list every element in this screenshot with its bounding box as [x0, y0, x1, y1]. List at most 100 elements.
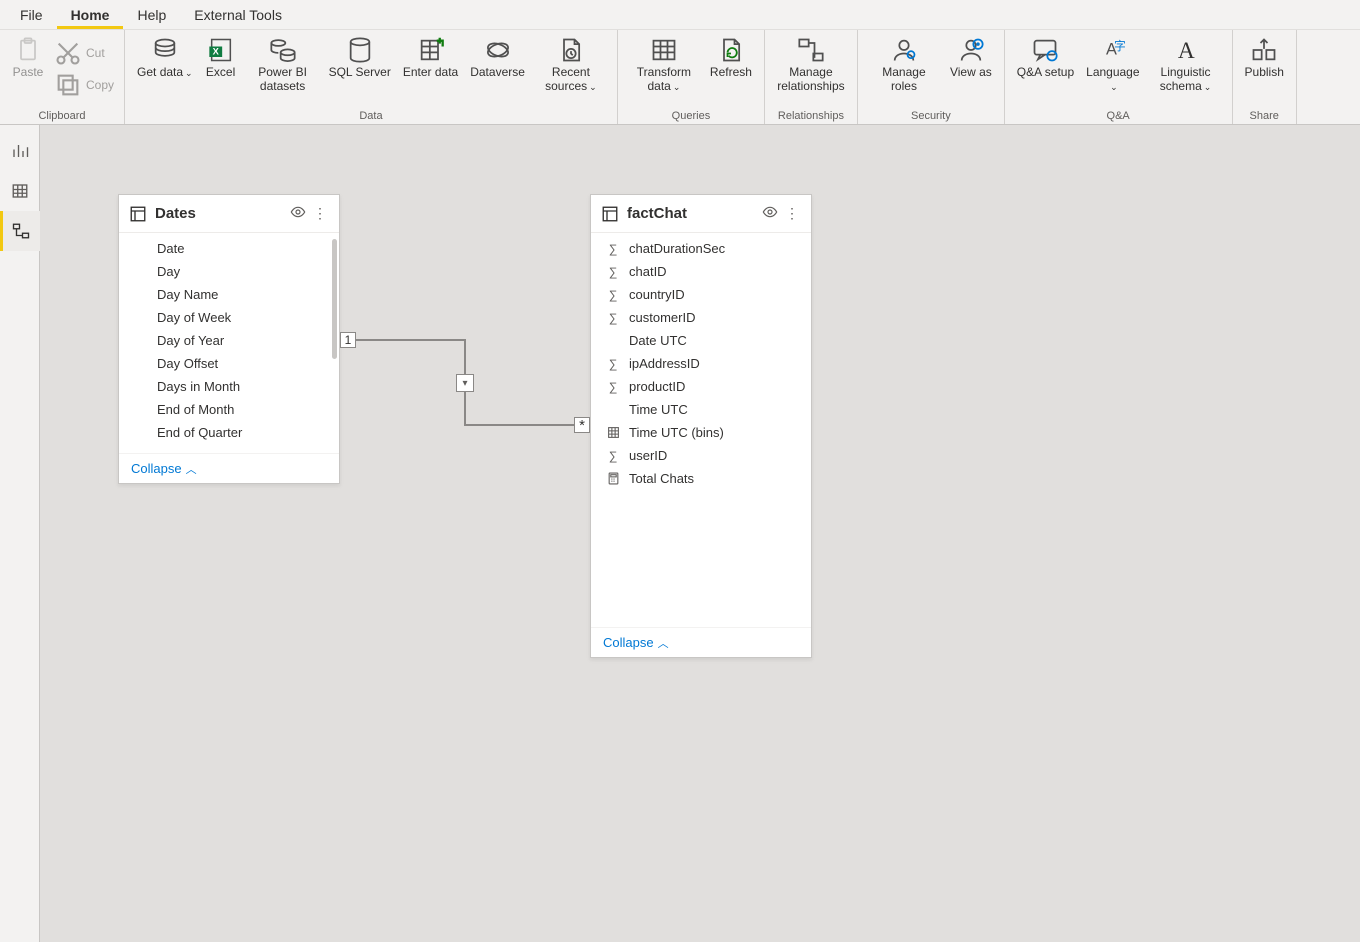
field-row[interactable]: Day Offset: [119, 352, 339, 375]
cut-button[interactable]: Cut: [50, 38, 118, 70]
collapse-button[interactable]: Collapse: [603, 635, 654, 650]
dataverse-button[interactable]: Dataverse: [464, 32, 531, 84]
ribbon-group-label-share: Share: [1239, 109, 1290, 124]
view-as-button[interactable]: View as: [944, 32, 998, 84]
field-row[interactable]: ∑productID: [591, 375, 811, 398]
excel-button[interactable]: X Excel: [199, 32, 243, 84]
linguistic-schema-button[interactable]: A Linguistic schema⌄: [1146, 32, 1226, 98]
field-row[interactable]: ∑chatID: [591, 260, 811, 283]
table-header-dates[interactable]: Dates ⋮: [119, 195, 339, 233]
ribbon-group-label-data: Data: [131, 109, 611, 124]
sigma-icon: ∑: [605, 241, 621, 257]
report-view-button[interactable]: [0, 131, 40, 171]
excel-label: Excel: [206, 66, 235, 80]
field-row[interactable]: End of Quarter: [119, 421, 339, 444]
table-fields-factchat: ∑chatDurationSec ∑chatID ∑countryID ∑cus…: [591, 233, 811, 627]
relationship-line[interactable]: [464, 424, 574, 426]
paste-icon: [14, 36, 42, 64]
linguistic-schema-icon: A: [1172, 36, 1200, 64]
field-row[interactable]: Time UTC: [591, 398, 811, 421]
field-row[interactable]: ∑ipAddressID: [591, 352, 811, 375]
table-header-factchat[interactable]: factChat ⋮: [591, 195, 811, 233]
field-row[interactable]: Total Chats: [591, 467, 811, 490]
ribbon-group-queries: Transform data⌄ Refresh Queries: [618, 30, 765, 124]
field-name: userID: [629, 448, 667, 463]
visibility-icon[interactable]: [289, 204, 307, 223]
sigma-icon: ∑: [605, 379, 621, 395]
field-row[interactable]: End of Month: [119, 398, 339, 421]
manage-roles-button[interactable]: Manage roles: [864, 32, 944, 98]
field-row[interactable]: Date UTC: [591, 329, 811, 352]
menu-file[interactable]: File: [6, 1, 57, 29]
field-name: ipAddressID: [629, 356, 700, 371]
field-row[interactable]: ∑ userID: [591, 444, 811, 467]
field-name: Day Name: [157, 287, 218, 302]
table-title-dates: Dates: [155, 205, 285, 222]
menu-external-tools[interactable]: External Tools: [180, 1, 296, 29]
copy-button[interactable]: Copy: [50, 70, 118, 102]
refresh-button[interactable]: Refresh: [704, 32, 758, 84]
table-card-dates[interactable]: Dates ⋮ Date Day Day Name Day of Week Da…: [118, 194, 340, 484]
ribbon-group-relationships: Manage relationships Relationships: [765, 30, 858, 124]
more-options-icon[interactable]: ⋮: [783, 205, 801, 222]
qa-setup-icon: [1031, 36, 1059, 64]
sigma-icon: ∑: [605, 448, 621, 464]
powerbi-datasets-button[interactable]: Power BI datasets: [243, 32, 323, 98]
enter-data-button[interactable]: Enter data: [397, 32, 464, 84]
field-row[interactable]: Day: [119, 260, 339, 283]
collapse-button[interactable]: Collapse: [131, 461, 182, 476]
table-card-factchat[interactable]: factChat ⋮ ∑chatDurationSec ∑chatID ∑cou…: [590, 194, 812, 658]
field-name: End of Quarter: [157, 425, 242, 440]
dataverse-icon: [484, 36, 512, 64]
model-view-button[interactable]: [0, 211, 40, 251]
table-icon: [601, 205, 619, 223]
field-name: Total Chats: [629, 471, 694, 486]
menu-help[interactable]: Help: [123, 1, 180, 29]
manage-relationships-icon: [797, 36, 825, 64]
relationship-direction-icon[interactable]: ▾: [456, 374, 474, 392]
recent-sources-button[interactable]: Recent sources⌄: [531, 32, 611, 98]
field-row[interactable]: ∑countryID: [591, 283, 811, 306]
chevron-up-icon: ︿: [658, 635, 669, 651]
relationship-line[interactable]: [356, 339, 465, 341]
field-row[interactable]: ∑ chatDurationSec: [591, 237, 811, 260]
field-row[interactable]: ∑customerID: [591, 306, 811, 329]
get-data-button[interactable]: Get data⌄: [131, 32, 199, 84]
visibility-icon[interactable]: [761, 204, 779, 223]
more-options-icon[interactable]: ⋮: [311, 205, 329, 222]
menubar: File Home Help External Tools: [0, 0, 1360, 30]
ribbon-group-label-queries: Queries: [624, 109, 758, 124]
field-name: Day of Year: [157, 333, 224, 348]
manage-roles-label: Manage roles: [870, 66, 938, 94]
qa-setup-button[interactable]: Q&A setup: [1011, 32, 1080, 84]
field-row[interactable]: Days in Month: [119, 375, 339, 398]
enter-data-label: Enter data: [403, 66, 458, 80]
excel-icon: X: [207, 36, 235, 64]
field-row[interactable]: Time UTC (bins): [591, 421, 811, 444]
linguistic-schema-label: Linguistic schema⌄: [1152, 66, 1220, 94]
language-button[interactable]: A字 Language⌄: [1080, 32, 1145, 98]
cut-label: Cut: [86, 47, 105, 61]
paste-button[interactable]: Paste: [6, 32, 50, 84]
manage-relationships-button[interactable]: Manage relationships: [771, 32, 851, 98]
field-row[interactable]: Date: [119, 237, 339, 260]
data-view-button[interactable]: [0, 171, 40, 211]
publish-button[interactable]: Publish: [1239, 32, 1290, 84]
transform-data-button[interactable]: Transform data⌄: [624, 32, 704, 98]
field-name: Date UTC: [629, 333, 687, 348]
field-name: countryID: [629, 287, 685, 302]
field-row[interactable]: Day of Week: [119, 306, 339, 329]
relationship-cardinality-one: 1: [340, 332, 356, 348]
sql-server-button[interactable]: SQL Server: [323, 32, 397, 84]
scrollbar-thumb[interactable]: [332, 239, 337, 359]
menu-home[interactable]: Home: [57, 1, 124, 29]
field-row[interactable]: Day of Year: [119, 329, 339, 352]
ribbon-group-label-qa: Q&A: [1011, 109, 1226, 124]
get-data-label: Get data⌄: [137, 66, 193, 80]
sql-server-label: SQL Server: [329, 66, 391, 80]
ribbon-group-label-security: Security: [864, 109, 998, 124]
field-name: chatDurationSec: [629, 241, 725, 256]
field-row[interactable]: Day Name: [119, 283, 339, 306]
model-canvas[interactable]: Dates ⋮ Date Day Day Name Day of Week Da…: [40, 125, 1360, 942]
svg-text:X: X: [212, 47, 219, 57]
